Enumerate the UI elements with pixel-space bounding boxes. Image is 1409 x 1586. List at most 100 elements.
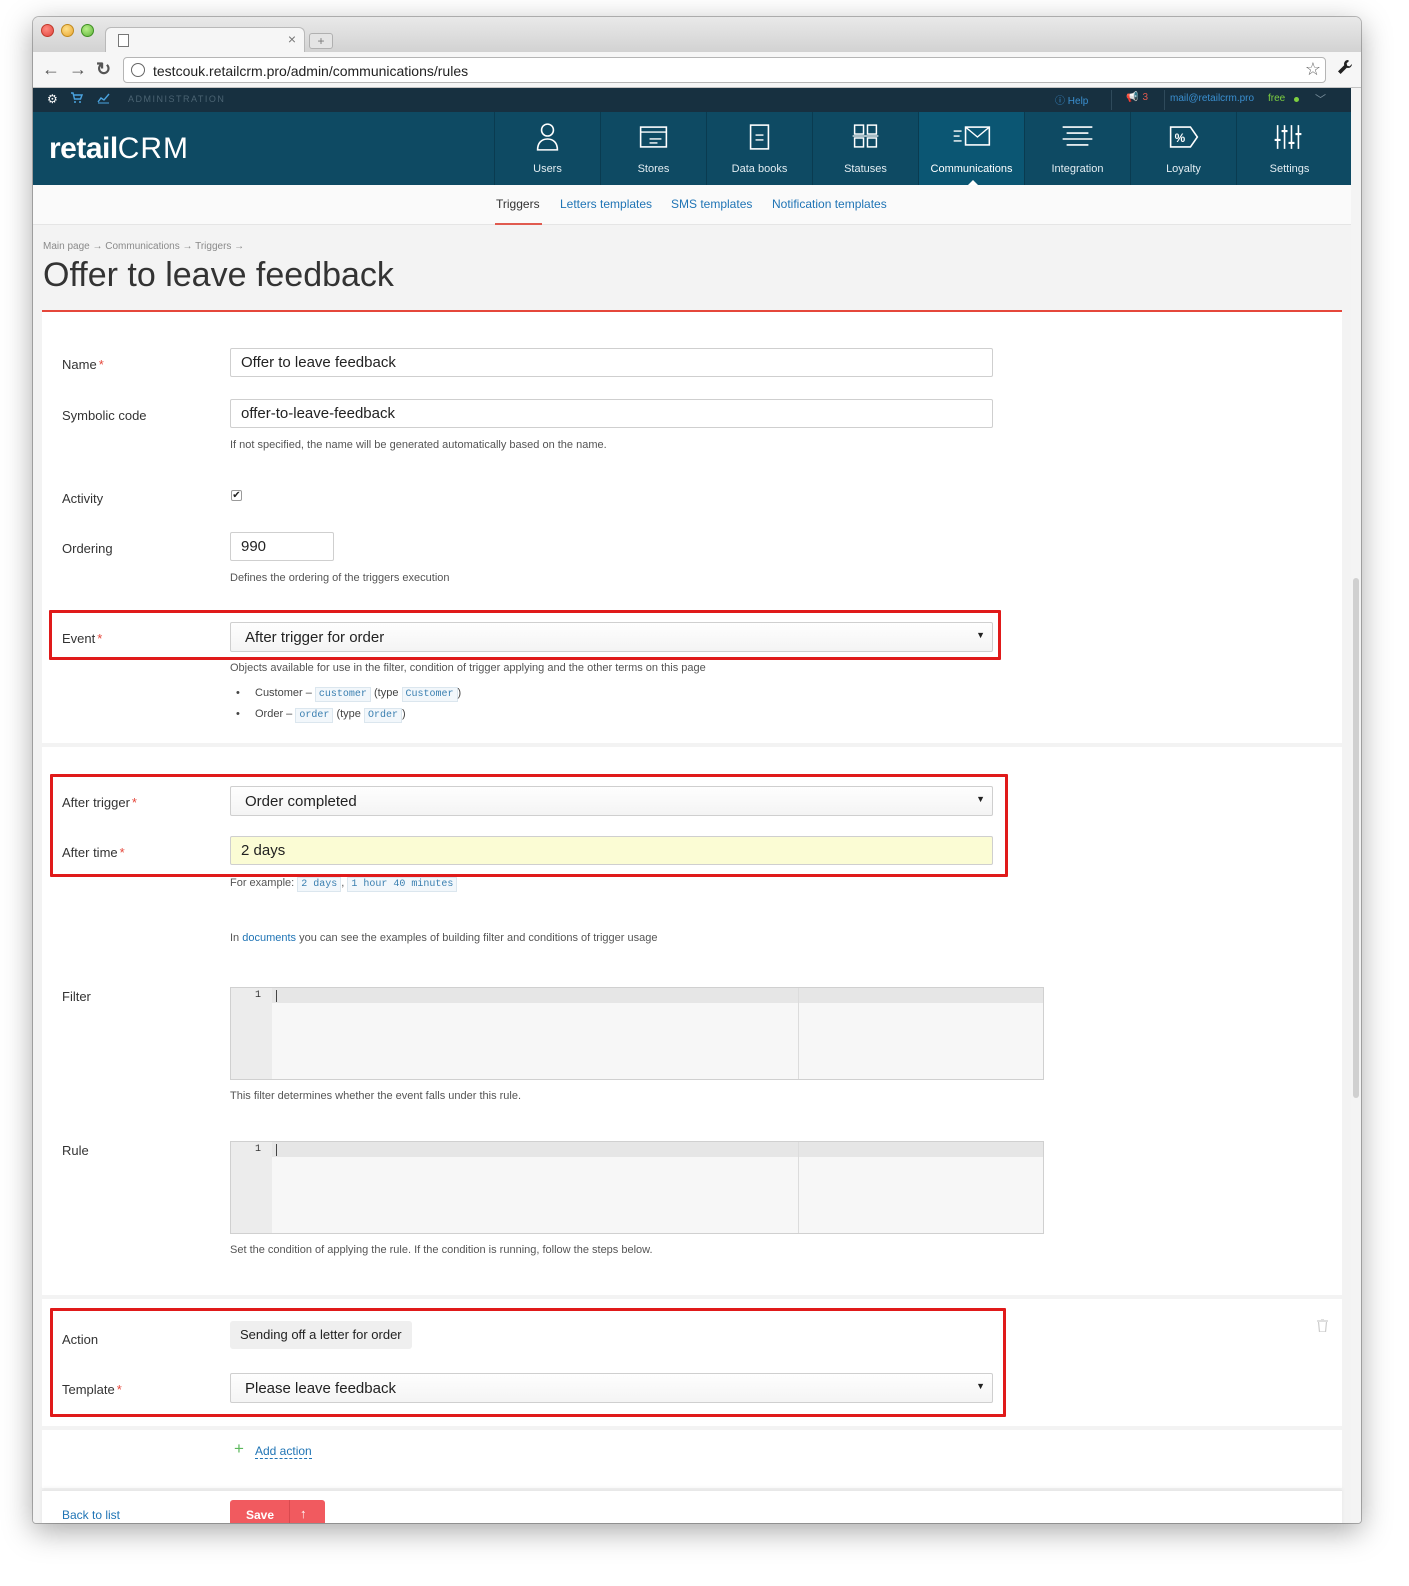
admin-section-label: ADMINISTRATION	[128, 94, 226, 104]
browser-window: × + ← → ↻ testcouk.retailcrm.pro/admin/c…	[33, 17, 1361, 1523]
object-type-prefix: (type	[374, 687, 399, 699]
object-type-close: )	[457, 687, 462, 699]
after-time-examples: For example: 2 days, 1 hour 40 minutes	[230, 877, 458, 892]
user-email[interactable]: mail@retailcrm.pro	[1170, 93, 1254, 104]
globe-icon	[131, 63, 145, 77]
book-icon	[749, 124, 770, 150]
analytics-icon[interactable]	[97, 92, 110, 107]
activity-label: Activity	[62, 491, 104, 506]
available-objects-list: Customer – customer (type Customer) Orde…	[230, 687, 461, 729]
print-margin	[798, 988, 799, 1079]
cart-icon[interactable]	[71, 92, 84, 107]
nav-label: Statuses	[844, 163, 887, 175]
event-hint: Objects available for use in the filter,…	[230, 662, 706, 674]
nav-label: Users	[533, 163, 562, 175]
rule-code-editor[interactable]: 1	[230, 1141, 1044, 1234]
print-margin	[798, 1142, 799, 1233]
help-icon: ⓘ	[1055, 96, 1068, 107]
nav-stores[interactable]: Stores	[600, 112, 706, 185]
example-code[interactable]: 1 hour 40 minutes	[347, 877, 458, 892]
tab-letters-templates[interactable]: Letters templates	[560, 197, 652, 211]
rule-hint: Set the condition of applying the rule. …	[230, 1244, 653, 1256]
documents-hint: In documents you can see the examples of…	[230, 932, 657, 944]
tab-notification-templates[interactable]: Notification templates	[772, 197, 887, 211]
store-icon	[639, 126, 668, 148]
logo[interactable]: retailCRM	[49, 132, 189, 166]
save-button[interactable]: Save ↑	[230, 1500, 325, 1523]
name-label: Name *	[62, 357, 104, 372]
url-text[interactable]: testcouk.retailcrm.pro/admin/communicati…	[153, 63, 468, 79]
notifications-button[interactable]: 📢 3	[1126, 92, 1148, 103]
name-label-text: Name	[62, 357, 97, 372]
nav-loyalty[interactable]: % Loyalty	[1130, 112, 1236, 185]
browser-tab[interactable]: ×	[105, 27, 305, 53]
help-link[interactable]: ⓘ Help	[1055, 92, 1088, 107]
forward-arrow-icon[interactable]: →	[69, 60, 87, 78]
breadcrumb[interactable]: Main page → Communications → Triggers →	[43, 241, 244, 252]
logo-crm: CRM	[117, 132, 190, 165]
sub-navigation: Triggers Letters templates SMS templates…	[33, 185, 1351, 225]
reload-icon[interactable]: ↻	[96, 60, 111, 78]
wrench-icon[interactable]	[1337, 59, 1353, 80]
object-type: Customer	[401, 687, 458, 702]
nav-statuses[interactable]: Statuses	[812, 112, 918, 185]
scrollbar-thumb[interactable]	[1353, 578, 1359, 1098]
zoom-window-button[interactable]	[81, 24, 94, 37]
nav-label: Communications	[930, 163, 1013, 175]
arrow-up-icon[interactable]: ↑	[300, 1506, 307, 1521]
new-tab-button[interactable]: +	[309, 33, 333, 49]
gear-icon[interactable]: ⚙	[47, 92, 58, 106]
help-label: Help	[1067, 96, 1089, 107]
user-icon	[536, 123, 559, 151]
close-window-button[interactable]	[41, 24, 54, 37]
envelope-icon	[953, 126, 991, 146]
nav-settings[interactable]: Settings	[1236, 112, 1342, 185]
notifications-count: 3	[1142, 92, 1149, 103]
general-section: Name * Offer to leave feedback Symbolic c…	[42, 312, 1342, 743]
tab-triggers[interactable]: Triggers	[496, 197, 540, 211]
bookmark-star-icon[interactable]: ☆	[1305, 59, 1321, 80]
list-item: Customer – customer (type Customer)	[230, 687, 461, 708]
divider	[1111, 90, 1112, 110]
nav-integration[interactable]: Integration	[1024, 112, 1130, 185]
nav-label: Settings	[1269, 163, 1310, 175]
activity-checkbox[interactable]: ✔	[231, 490, 242, 501]
back-to-list-link[interactable]: Back to list	[62, 1508, 120, 1522]
scrollbar[interactable]	[1351, 88, 1361, 1523]
symbolic-code-input[interactable]: offer-to-leave-feedback	[230, 399, 993, 428]
documents-link[interactable]: documents	[242, 932, 296, 944]
back-arrow-icon[interactable]: ←	[42, 60, 60, 78]
active-tab-underline	[495, 223, 542, 225]
nav-users[interactable]: Users	[494, 112, 600, 185]
add-action-link[interactable]: Add action	[255, 1444, 312, 1459]
filter-hint: This filter determines whether the event…	[230, 1090, 522, 1102]
text-cursor	[276, 990, 277, 1002]
chevron-down-icon[interactable]: ﹀	[1315, 91, 1326, 107]
trash-icon[interactable]	[1317, 1318, 1328, 1335]
filter-label: Filter	[62, 989, 91, 1004]
example-code[interactable]: 2 days	[297, 877, 342, 892]
editor-gutter: 1	[231, 1142, 272, 1233]
document-icon	[118, 34, 129, 47]
ordering-input[interactable]: 990	[230, 532, 334, 561]
tab-close-icon[interactable]: ×	[288, 31, 296, 47]
object-name: Customer –	[255, 687, 312, 699]
highlight-box	[50, 1308, 1006, 1417]
tab-sms-templates[interactable]: SMS templates	[671, 197, 752, 211]
plus-icon[interactable]: +	[234, 1439, 244, 1459]
address-bar[interactable]: testcouk.retailcrm.pro/admin/communicati…	[123, 57, 1326, 83]
object-name: Order –	[255, 708, 293, 720]
nav-label: Stores	[637, 163, 670, 175]
megaphone-icon: 📢	[1126, 92, 1139, 103]
lines-icon	[1062, 126, 1093, 146]
sliders-icon	[1274, 125, 1302, 149]
nav-communications[interactable]: Communications	[918, 112, 1024, 185]
nav-data-books[interactable]: Data books	[706, 112, 812, 185]
main-header: retailCRM Users Stores Data books Status…	[33, 112, 1351, 185]
nav-label: Integration	[1051, 163, 1104, 175]
minimize-window-button[interactable]	[61, 24, 74, 37]
text-cursor	[276, 1144, 277, 1156]
filter-code-editor[interactable]: 1	[230, 987, 1044, 1080]
name-input[interactable]: Offer to leave feedback	[230, 348, 993, 377]
object-variable: customer	[314, 687, 371, 702]
